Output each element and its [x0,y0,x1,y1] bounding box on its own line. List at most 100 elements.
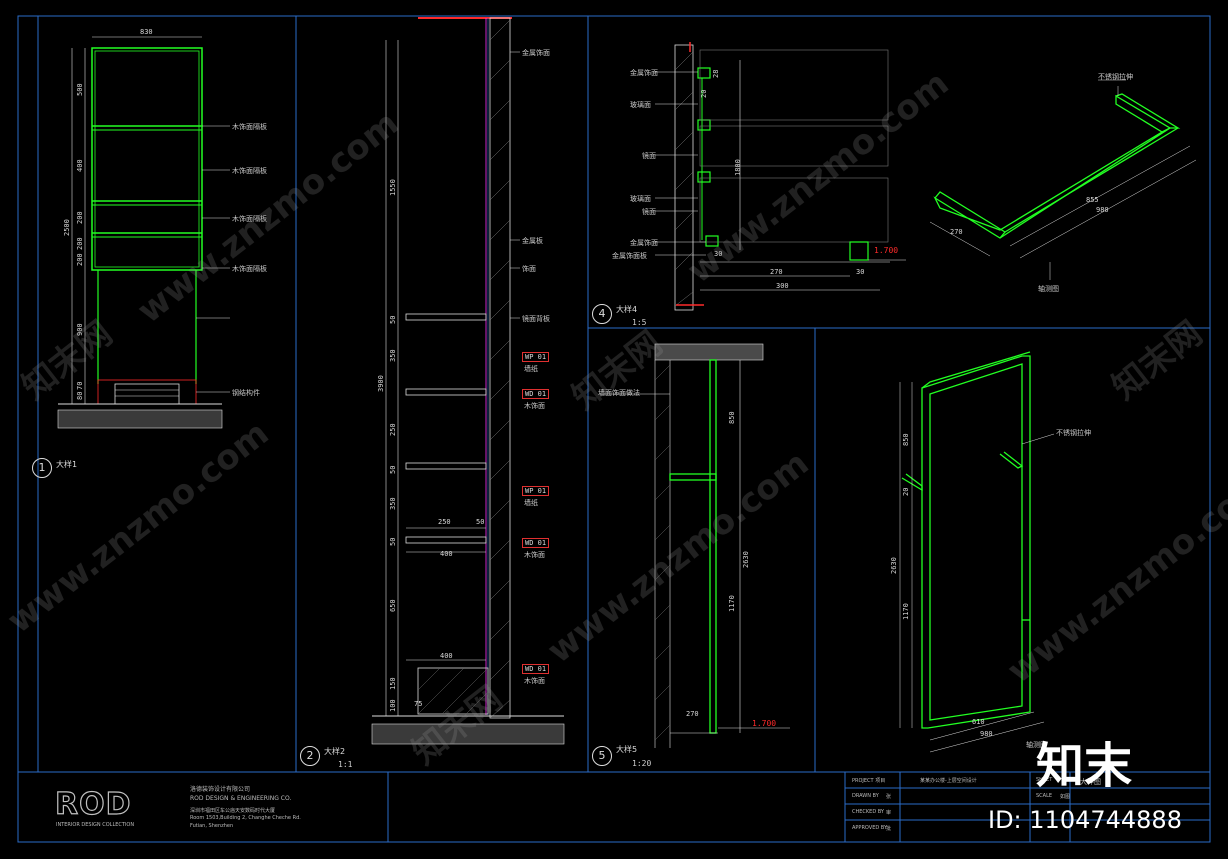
axo-right-label: 不锈钢拉伸 [1056,429,1091,437]
approved-value: 批 [886,826,892,832]
view2-scale: 1:1 [338,760,353,769]
view1-dim-width: 830 [140,28,153,36]
view1-dim-total: 2500 [63,219,71,236]
company-logo: ROD [54,786,132,822]
view4-label: 金属饰面 [630,239,658,247]
checked-value: 审 [886,810,892,816]
material-tag-note: 木饰面 [524,551,545,559]
material-tag: WP 01 [522,486,550,496]
company-address: Room 1503,Building 2, Changhe Cheche Rd. [190,815,301,821]
axo-top-label: 不锈钢拉伸 [1098,73,1133,81]
view2-dim: 350 [389,497,397,510]
view4-dim: 30 [714,250,723,258]
axo-right-dim: 1170 [902,603,910,620]
view1-dim: 70 [76,381,84,390]
view2-dim: 75 [414,700,423,708]
view1-label: 木饰面隔板 [232,215,267,223]
axo-right-dim: 980 [980,730,993,738]
view2-dim: 50 [389,537,397,546]
view1-dim: 500 [76,83,84,96]
view1-dim: 200 [76,211,84,224]
view1-label: 木饰面隔板 [232,167,267,175]
view5-dim: 270 [686,710,699,718]
axo-right-dim: 610 [972,718,985,726]
view2-dim: 350 [389,349,397,362]
project-label: PROJECT 项目 [852,778,886,784]
axo-right-dim: 850 [902,433,910,446]
brand-logo-text: 知末 [1036,738,1133,794]
material-tag-note: 墙纸 [524,499,538,507]
company-address: Futian, Shenzhen [190,823,234,829]
view1-dim: 200 [76,237,84,250]
view2-label: 金属板 [522,237,543,245]
axo-top-dim: 855 [1086,196,1099,204]
view2-label: 镜面背板 [522,315,550,323]
view4-label: 镜面 [642,152,656,160]
material-tag: WP 01 [522,352,550,362]
view2-dim: 150 [389,677,397,690]
view4-number: 4 [592,304,612,324]
view1-dim: 400 [76,159,84,172]
view5-level: 1.700 [752,719,777,728]
view1-label: 木饰面隔板 [232,123,267,131]
view2-label: 饰面 [522,265,536,273]
view2-dim: 100 [389,699,397,712]
view4-dim: 20 [700,89,708,98]
view2-dim: 400 [440,652,453,660]
company-name-cn: 洛德装饰设计有限公司 [190,786,251,793]
view4-title: 大样4 [616,305,638,314]
view1-number: 1 [32,458,52,478]
company-name-en: ROD DESIGN & ENGINEERING CO. [190,795,292,802]
view4-level: 1.700 [874,246,899,255]
axo-top-drawing [933,93,1181,239]
view2-dim-total: 3900 [377,375,385,392]
axo-right-dim: 2630 [890,557,898,574]
view4-label: 金属饰面板 [612,252,647,260]
material-tag-note: 墙纸 [524,365,538,373]
axo-right-dim: 20 [902,487,910,496]
view4-label: 玻璃面 [630,195,651,203]
view1-dim: 80 [76,391,84,400]
view5-label: 墙面饰面做法 [598,389,640,397]
view2-number: 2 [300,746,320,766]
view1-title: 大样1 [56,460,78,469]
view4-label: 玻璃面 [630,101,651,109]
view2-title: 大样2 [324,747,346,756]
view1-label: 木饰面隔板 [232,265,267,273]
view4-dim: 30 [856,268,865,276]
view4-label: 金属饰面 [630,69,658,77]
view5-number: 5 [592,746,612,766]
drawn-value: 张 [886,794,892,800]
drawn-label: DRAWN BY [852,793,879,799]
view2-label: 金属饰面 [522,49,550,57]
view2-dim: 1550 [389,179,397,196]
material-tag-note: 木饰面 [524,677,545,685]
view5-drawing [600,343,790,748]
view4-dim: 1800 [734,159,742,176]
axo-right-drawing [901,351,1031,729]
material-tag: WD 01 [522,664,550,674]
view4-dim: 28 [712,69,720,78]
material-tag: WD 01 [522,389,550,399]
material-tag: WD 01 [522,538,550,548]
view5-dim: 2630 [742,551,750,568]
axo-top-dim: 270 [950,228,963,236]
view5-dim: 850 [728,411,736,424]
view2-dim: 250 [438,518,451,526]
axo-top-dim: 980 [1096,206,1109,214]
view1-dim: 200 [76,253,84,266]
view4-dim: 270 [770,268,783,276]
view5-scale: 1:20 [632,759,652,768]
view5-title: 大样5 [616,745,638,754]
view2-dim: 400 [440,550,453,558]
axo-top-caption: 轴测图 [1038,285,1059,293]
view2-dim: 250 [389,423,397,436]
view2-drawing [371,17,565,745]
company-address: 深圳市福田区车公庙天安数码时代大厦 [190,808,276,814]
checked-label: CHECKED BY [852,809,884,815]
view5-dim: 1170 [728,595,736,612]
company-logo-sub: INTERIOR DESIGN COLLECTION [56,822,135,828]
view1-label: 钢结构件 [232,389,260,397]
view2-dim: 50 [389,465,397,474]
material-tag-note: 木饰面 [524,402,545,410]
